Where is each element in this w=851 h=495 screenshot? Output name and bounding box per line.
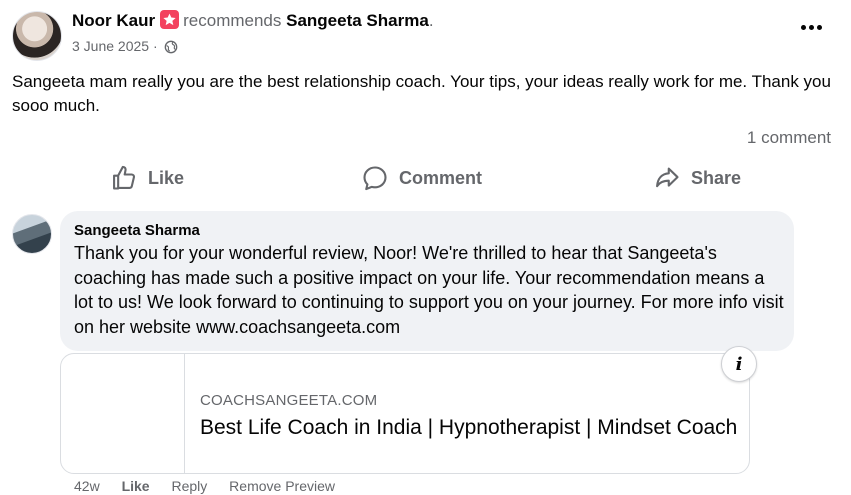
comment-age[interactable]: 42w bbox=[74, 478, 100, 494]
comment-reply-button[interactable]: Reply bbox=[171, 478, 207, 494]
thumbs-up-icon bbox=[113, 165, 136, 190]
comment-meta: 42w Like Reply Remove Preview bbox=[74, 478, 353, 494]
share-button[interactable]: Share bbox=[653, 160, 741, 196]
comment-label: Comment bbox=[399, 167, 483, 188]
post-date-line: 3 June 2025 · bbox=[72, 38, 178, 57]
comment-bubble-icon bbox=[363, 166, 387, 191]
page-name[interactable]: Sangeeta Sharma bbox=[286, 11, 429, 30]
comment-bubble: Sangeeta Sharma Thank you for your wonde… bbox=[60, 211, 794, 351]
share-arrow-icon bbox=[656, 167, 679, 188]
author-name[interactable]: Noor Kaur bbox=[72, 11, 155, 30]
post-date[interactable]: 3 June 2025 · bbox=[72, 38, 158, 54]
post-actions: Like Comment Share bbox=[0, 160, 851, 196]
comment-text: Thank you for your wonderful review, Noo… bbox=[74, 243, 784, 337]
link-domain: COACHSANGEETA.COM bbox=[200, 392, 378, 409]
comment-button[interactable]: Comment bbox=[361, 160, 482, 196]
like-button[interactable]: Like bbox=[110, 160, 184, 196]
post-text: Sangeeta mam really you are the best rel… bbox=[12, 72, 831, 115]
info-icon[interactable]: i bbox=[721, 346, 757, 382]
recommends-text: recommends bbox=[183, 11, 282, 30]
link-preview-card[interactable]: COACHSANGEETA.COM Best Life Coach in Ind… bbox=[60, 353, 750, 474]
comment-like-button[interactable]: Like bbox=[122, 478, 150, 494]
post-header-line: Noor Kaur recommends Sangeeta Sharma. bbox=[72, 10, 434, 31]
author-avatar[interactable] bbox=[12, 11, 62, 61]
like-label: Like bbox=[148, 167, 185, 188]
globe-icon bbox=[164, 40, 178, 57]
link-thumbnail bbox=[61, 354, 185, 473]
post-header: Noor Kaur recommends Sangeeta Sharma. 3 J… bbox=[0, 0, 851, 64]
share-label: Share bbox=[691, 167, 742, 188]
star-icon bbox=[160, 10, 180, 29]
more-options-icon[interactable] bbox=[801, 22, 823, 32]
link-title: Best Life Coach in India | Hypnotherapis… bbox=[200, 416, 738, 439]
commenter-avatar[interactable] bbox=[12, 214, 52, 254]
comment-author[interactable]: Sangeeta Sharma bbox=[74, 221, 780, 241]
comment-count[interactable]: 1 comment bbox=[747, 128, 831, 148]
page-suffix: . bbox=[428, 11, 434, 30]
remove-preview-button[interactable]: Remove Preview bbox=[229, 478, 335, 494]
